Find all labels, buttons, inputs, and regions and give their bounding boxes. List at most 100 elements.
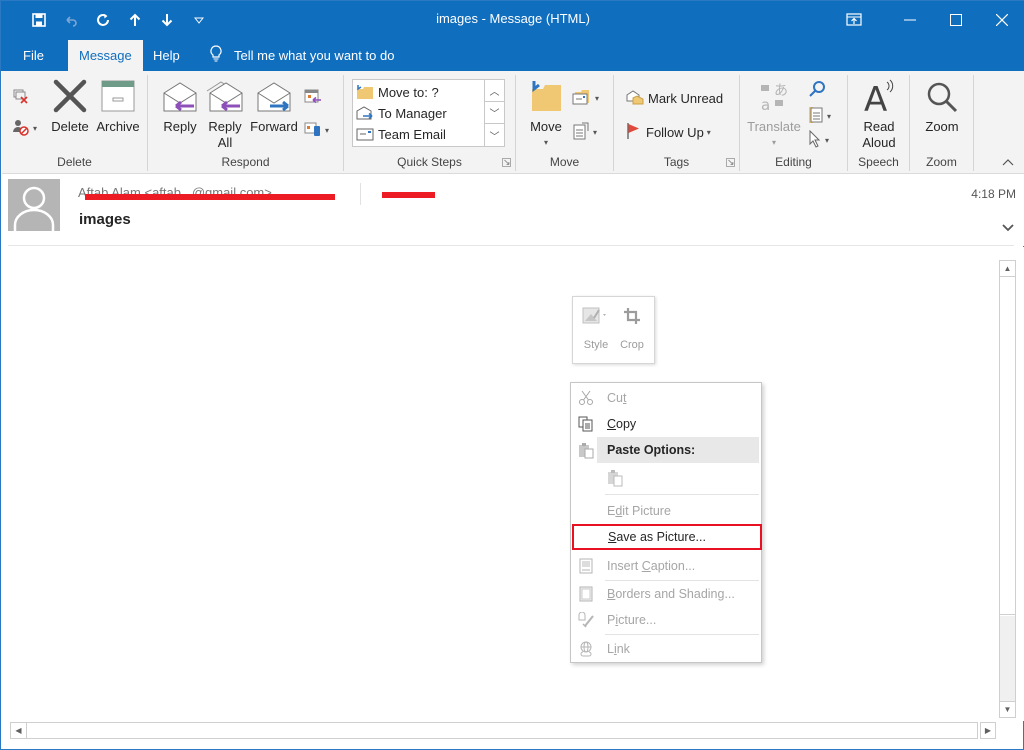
- team-email-icon: [356, 128, 374, 141]
- quick-steps-dialog-launcher[interactable]: ↘: [502, 158, 511, 167]
- minimize-icon[interactable]: [887, 1, 933, 38]
- quick-steps-scroll-down[interactable]: ﹀: [485, 102, 504, 124]
- mark-unread-icon: [626, 89, 644, 108]
- context-menu: Cut Copy Paste Options: Edit Picture Sav…: [570, 382, 762, 663]
- actions-button[interactable]: ▾: [572, 121, 597, 143]
- menu-item-borders-shading[interactable]: Borders and Shading...: [571, 581, 761, 607]
- message-body[interactable]: [2, 247, 1024, 721]
- group-speech: A Read Aloud Speech: [848, 75, 910, 171]
- close-icon[interactable]: [979, 1, 1024, 38]
- customize-qat-icon[interactable]: [183, 10, 215, 30]
- junk-button[interactable]: ▾: [12, 117, 37, 139]
- quick-access-toolbar: [23, 10, 215, 30]
- outlook-message-window: images - Message (HTML) File Message Hel…: [0, 0, 1024, 750]
- group-label-delete: Delete: [57, 155, 92, 169]
- redo-icon[interactable]: [87, 10, 119, 30]
- ignore-icon: [12, 88, 30, 109]
- zoom-button[interactable]: Zoom: [920, 77, 964, 135]
- tab-file[interactable]: File: [12, 40, 55, 71]
- maximize-icon[interactable]: [933, 1, 979, 38]
- meeting-reply-button[interactable]: [304, 87, 322, 109]
- group-respond: Reply Reply All Forward ▾ Respond: [148, 75, 344, 171]
- message-subject: images: [79, 211, 131, 228]
- group-zoom: Zoom Zoom: [910, 75, 974, 171]
- tab-message[interactable]: Message: [68, 40, 143, 71]
- more-respond-button[interactable]: ▾: [304, 119, 329, 141]
- paste-keep-icon: [607, 469, 623, 490]
- ignore-button[interactable]: [12, 87, 30, 109]
- rules-button[interactable]: ▾: [572, 87, 599, 109]
- group-label-respond: Respond: [221, 155, 270, 169]
- format-picture-icon: [571, 612, 601, 628]
- menu-header-paste-options: Paste Options:: [597, 437, 759, 463]
- scrollbar-thumb[interactable]: [1000, 277, 1015, 615]
- next-item-icon[interactable]: [151, 10, 183, 30]
- mark-unread-button[interactable]: Mark Unread: [626, 87, 723, 109]
- move-button[interactable]: Move ▾: [526, 77, 566, 151]
- actions-dropdown-icon: ▾: [593, 127, 598, 137]
- ribbon-display-options-icon[interactable]: [831, 1, 877, 38]
- cut-icon: [571, 390, 601, 406]
- reply-button[interactable]: Reply: [160, 77, 200, 135]
- horizontal-scrollbar[interactable]: ◀: [10, 722, 978, 739]
- svg-text:あ: あ: [774, 83, 788, 99]
- vertical-scrollbar[interactable]: ▲ ▼: [999, 260, 1016, 718]
- translate-dropdown-icon: ▾: [771, 138, 776, 147]
- menu-item-copy[interactable]: Copy: [571, 411, 761, 437]
- undo-icon[interactable]: [55, 10, 87, 30]
- forward-button[interactable]: Forward: [249, 77, 299, 135]
- rules-icon: [572, 89, 592, 108]
- quick-step-move-to[interactable]: Move to: ?: [356, 82, 439, 102]
- tell-me-search[interactable]: Tell me what you want to do: [206, 40, 394, 71]
- menu-item-link[interactable]: Link: [571, 636, 761, 662]
- junk-dropdown-icon: ▾: [33, 123, 38, 133]
- scrollbar-track[interactable]: [1000, 616, 1015, 701]
- menu-item-save-as-picture[interactable]: Save as Picture...: [572, 524, 762, 550]
- picture-style-button[interactable]: Style: [577, 303, 615, 351]
- reply-all-icon: [206, 77, 244, 113]
- header-separator: [360, 183, 361, 205]
- crop-button[interactable]: Crop: [613, 303, 651, 351]
- previous-item-icon[interactable]: [119, 10, 151, 30]
- quick-step-to-manager[interactable]: To Manager: [356, 103, 447, 123]
- menu-item-paste-keep[interactable]: [571, 466, 761, 492]
- group-delete: ▾ Delete Archive Delete: [2, 75, 148, 171]
- menu-item-cut[interactable]: Cut: [571, 385, 761, 411]
- select-cursor-icon: [808, 129, 822, 151]
- follow-up-button[interactable]: Follow Up ▾: [626, 121, 711, 143]
- tags-dialog-launcher[interactable]: ↘: [726, 158, 735, 167]
- block-sender-icon: [12, 118, 30, 139]
- actions-icon: [572, 122, 590, 143]
- scroll-left-icon[interactable]: ◀: [11, 723, 27, 738]
- archive-button[interactable]: Archive: [94, 77, 142, 135]
- read-aloud-button[interactable]: A Read Aloud: [858, 77, 900, 151]
- scroll-up-icon[interactable]: ▲: [1000, 261, 1015, 277]
- expand-header-icon[interactable]: [1002, 219, 1014, 235]
- save-icon[interactable]: [23, 10, 55, 30]
- tell-me-label: Tell me what you want to do: [234, 48, 395, 63]
- quick-steps-scroll-up[interactable]: ︿: [485, 80, 504, 102]
- scroll-down-icon[interactable]: ▼: [1000, 701, 1015, 717]
- borders-icon: [571, 586, 601, 602]
- read-aloud-icon: A: [862, 77, 896, 113]
- translate-button[interactable]: あa Translate ▾: [746, 77, 802, 151]
- scroll-right-icon[interactable]: ▶: [980, 722, 996, 739]
- quick-steps-more[interactable]: ﹀: [485, 124, 504, 146]
- menu-item-edit-picture[interactable]: Edit Picture: [571, 498, 761, 524]
- quick-step-team-email[interactable]: Team Email: [356, 124, 446, 144]
- collapse-ribbon-icon[interactable]: [1002, 157, 1014, 169]
- menu-item-insert-caption[interactable]: Insert Caption...: [571, 553, 761, 579]
- follow-up-dropdown-icon: ▾: [706, 127, 711, 137]
- related-button[interactable]: ▾: [808, 105, 831, 127]
- tab-help[interactable]: Help: [142, 40, 191, 71]
- select-button[interactable]: ▾: [808, 129, 829, 151]
- forward-icon: [256, 77, 292, 113]
- find-button[interactable]: [808, 79, 826, 101]
- menu-item-format-picture[interactable]: Picture...: [571, 607, 761, 633]
- header-divider: [8, 245, 1014, 246]
- reply-all-button[interactable]: Reply All: [205, 77, 245, 151]
- delete-button[interactable]: Delete: [49, 77, 91, 135]
- more-respond-dropdown-icon: ▾: [325, 125, 330, 135]
- insert-caption-icon: [571, 558, 601, 574]
- move-folder-icon: [529, 77, 563, 113]
